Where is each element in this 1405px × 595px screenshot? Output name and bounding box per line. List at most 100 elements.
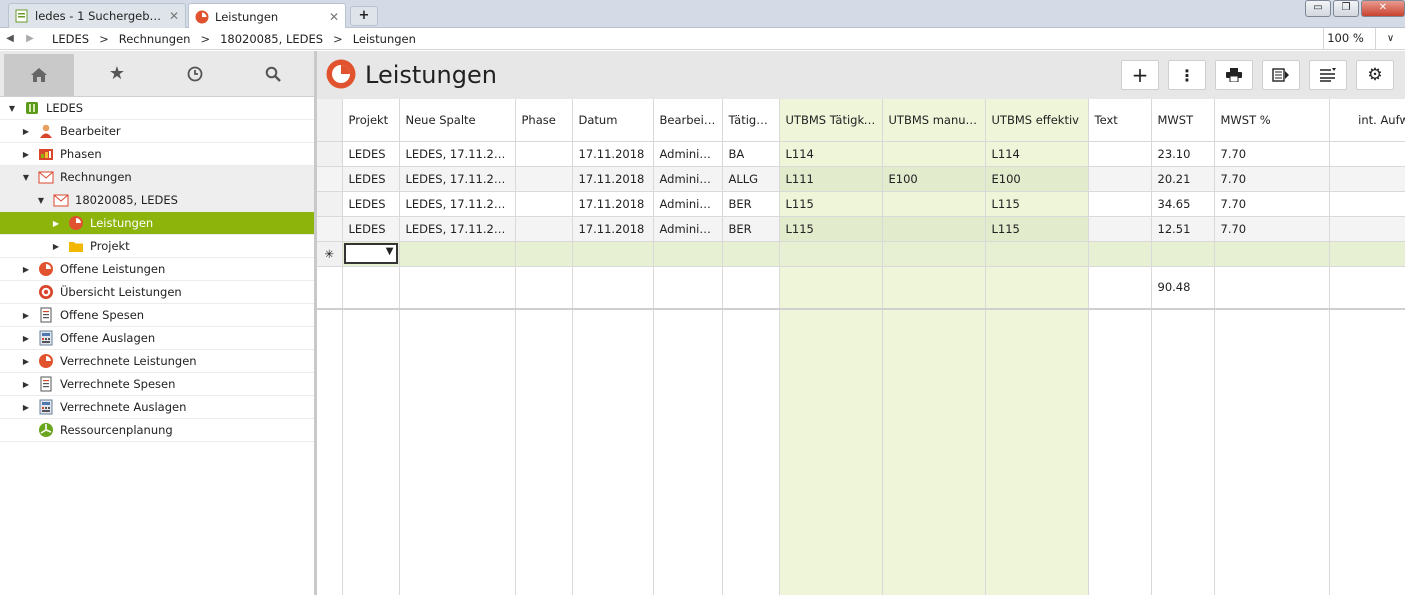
close-icon[interactable]: ✕ (329, 10, 339, 24)
cell-projekt[interactable]: LEDES (342, 191, 400, 217)
cell-datum[interactable]: 17.11.2018 (572, 191, 654, 217)
cell-neue-spalte[interactable]: LEDES, 17.11.2018,... (399, 166, 516, 192)
cell-projekt[interactable]: LEDES (342, 166, 400, 192)
settings-button[interactable]: ⚙ (1356, 60, 1394, 90)
expand-toggle[interactable]: ▶ (50, 219, 62, 228)
cell-phase[interactable] (515, 191, 573, 217)
breadcrumb-item[interactable]: Rechnungen (119, 32, 191, 46)
cell-utbms-effektiv[interactable]: E100 (985, 166, 1089, 192)
cell-phase[interactable] (515, 216, 573, 242)
cell-mwst-prozent[interactable]: 7.70 (1214, 216, 1330, 242)
restore-button[interactable]: ❐ (1333, 0, 1359, 17)
tree-item-projekt[interactable]: ▶ Projekt (0, 235, 314, 258)
cell-int-aufwand[interactable]: 1:05 (1329, 216, 1405, 242)
column-header[interactable]: UTBMS effektiv (985, 99, 1089, 142)
cell-mwst[interactable]: 12.51 (1151, 216, 1215, 242)
tab-suchergebnis[interactable]: ledes - 1 Suchergebni... ✕ (8, 3, 186, 28)
expand-toggle[interactable]: ▶ (20, 380, 32, 389)
expand-toggle[interactable]: ▶ (20, 150, 32, 159)
cell-int-aufwand[interactable]: 2:00 (1329, 141, 1405, 167)
cell-datum[interactable] (572, 241, 654, 267)
cell-utbms-manuell[interactable] (882, 141, 986, 167)
column-header[interactable]: MWST (1151, 99, 1215, 142)
expand-toggle[interactable]: ▶ (20, 403, 32, 412)
row-header[interactable] (317, 216, 343, 242)
cell-bearbeiter[interactable]: Administr... (653, 191, 723, 217)
cell-utbms-taetigkeit[interactable]: L111 (779, 166, 883, 192)
cell-phase[interactable] (515, 241, 573, 267)
expand-toggle[interactable]: ▶ (20, 334, 32, 343)
search-tab[interactable] (234, 51, 312, 96)
cell-neue-spalte[interactable]: LEDES, 17.11.2018,... (399, 216, 516, 242)
cell-taetigkeit[interactable]: ALLG (722, 166, 780, 192)
cell-text[interactable] (1088, 216, 1152, 242)
tree-item-bearbeiter[interactable]: ▶ Bearbeiter (0, 120, 314, 143)
back-arrow-icon[interactable]: ◀ (0, 33, 20, 44)
cell-bearbeiter[interactable]: Administr... (653, 216, 723, 242)
expand-toggle[interactable]: ▼ (20, 173, 32, 182)
projekt-select[interactable]: ▼ (343, 243, 398, 264)
tree-item-verrechnete-spesen[interactable]: ▶ Verrechnete Spesen (0, 373, 314, 396)
tree-item-offene-leistungen[interactable]: ▶ Offene Leistungen (0, 258, 314, 281)
column-header[interactable]: Projekt (342, 99, 400, 142)
cell-taetigkeit[interactable]: BER (722, 216, 780, 242)
close-icon[interactable]: ✕ (169, 9, 179, 23)
cell-int-aufwand[interactable]: 1:45 (1329, 166, 1405, 192)
cell-utbms-manuell[interactable] (882, 191, 986, 217)
tree-item-uebersicht-leistungen[interactable]: Übersicht Leistungen (0, 281, 314, 304)
cell-taetigkeit[interactable] (722, 241, 780, 267)
cell-mwst[interactable] (1151, 241, 1215, 267)
column-header[interactable]: UTBMS Tätigkeit (779, 99, 883, 142)
cell-mwst-prozent[interactable]: 7.70 (1214, 191, 1330, 217)
expand-toggle[interactable]: ▶ (20, 357, 32, 366)
cell-projekt[interactable]: LEDES (342, 141, 400, 167)
expand-toggle[interactable]: ▶ (20, 265, 32, 274)
column-header[interactable]: Bearbeiter (653, 99, 723, 142)
cell-text[interactable] (1088, 166, 1152, 192)
table-row[interactable]: LEDES LEDES, 17.11.2018,... 17.11.2018 A… (317, 141, 1405, 167)
cell-text[interactable] (1088, 141, 1152, 167)
home-tab[interactable] (4, 54, 74, 96)
column-header[interactable]: Text (1088, 99, 1152, 142)
cell-int-aufwand[interactable]: 3:00 (1329, 191, 1405, 217)
tree-item-ressourcenplanung[interactable]: Ressourcenplanung (0, 419, 314, 442)
tree-item-offene-spesen[interactable]: ▶ Offene Spesen (0, 304, 314, 327)
cell-neue-spalte[interactable] (399, 241, 516, 267)
table-row[interactable]: LEDES LEDES, 17.11.2018,... 17.11.2018 A… (317, 191, 1405, 217)
tree-item-verrechnete-auslagen[interactable]: ▶ Verrechnete Auslagen (0, 396, 314, 419)
tree-item-verrechnete-leistungen[interactable]: ▶ Verrechnete Leistungen (0, 350, 314, 373)
cell-taetigkeit[interactable]: BER (722, 191, 780, 217)
cell-phase[interactable] (515, 141, 573, 167)
columns-button[interactable] (1309, 60, 1347, 90)
cell-text[interactable] (1088, 241, 1152, 267)
new-row[interactable]: ✳ ▼ (317, 241, 1405, 267)
cell-text[interactable] (1088, 191, 1152, 217)
cell-mwst-prozent[interactable]: 7.70 (1214, 166, 1330, 192)
row-header[interactable] (317, 141, 343, 167)
cell-utbms-taetigkeit[interactable] (779, 241, 883, 267)
cell-datum[interactable]: 17.11.2018 (572, 166, 654, 192)
tree-item-18020085[interactable]: ▼ 18020085, LEDES (0, 189, 314, 212)
cell-int-aufwand[interactable] (1329, 241, 1405, 267)
cell-bearbeiter[interactable] (653, 241, 723, 267)
cell-neue-spalte[interactable]: LEDES, 17.11.2018,... (399, 141, 516, 167)
cell-utbms-effektiv[interactable] (985, 241, 1089, 267)
export-button[interactable] (1262, 60, 1300, 90)
column-header[interactable]: MWST % (1214, 99, 1330, 142)
cell-utbms-taetigkeit[interactable]: L115 (779, 191, 883, 217)
history-tab[interactable] (156, 51, 234, 96)
cell-mwst-prozent[interactable]: 7.70 (1214, 141, 1330, 167)
expand-toggle[interactable]: ▼ (6, 104, 18, 113)
row-header[interactable] (317, 191, 343, 217)
cell-mwst-prozent[interactable] (1214, 241, 1330, 267)
cell-bearbeiter[interactable]: Administr... (653, 141, 723, 167)
column-header[interactable]: Datum (572, 99, 654, 142)
table-row[interactable]: LEDES LEDES, 17.11.2018,... 17.11.2018 A… (317, 166, 1405, 192)
cell-bearbeiter[interactable]: Administr... (653, 166, 723, 192)
close-button[interactable]: ✕ (1361, 0, 1405, 17)
expand-toggle[interactable]: ▶ (20, 127, 32, 136)
cell-phase[interactable] (515, 166, 573, 192)
cell-neue-spalte[interactable]: LEDES, 17.11.2018,... (399, 191, 516, 217)
cell-utbms-taetigkeit[interactable]: L115 (779, 216, 883, 242)
tree-item-offene-auslagen[interactable]: ▶ Offene Auslagen (0, 327, 314, 350)
